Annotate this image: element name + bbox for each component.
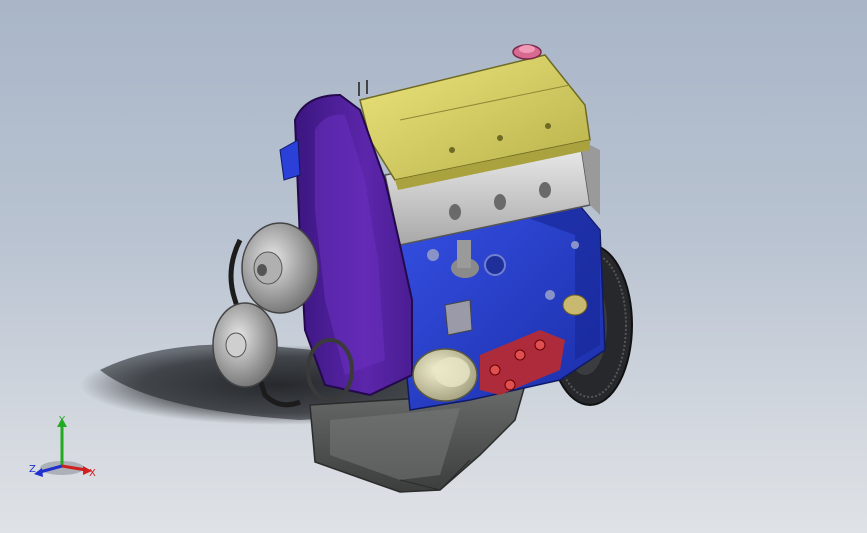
head-studs bbox=[358, 80, 368, 96]
oil-filter[interactable] bbox=[412, 348, 478, 402]
view-orientation-triad[interactable] bbox=[22, 410, 112, 490]
x-axis-label: X bbox=[89, 468, 96, 479]
oil-filler-cap[interactable] bbox=[512, 44, 542, 60]
water-outlet bbox=[279, 139, 301, 181]
graphics-viewport[interactable]: Y X Z bbox=[0, 0, 867, 533]
y-axis-label: Y bbox=[59, 415, 66, 426]
engine-model-3d[interactable] bbox=[0, 0, 867, 533]
z-axis-label: Z bbox=[29, 464, 36, 475]
